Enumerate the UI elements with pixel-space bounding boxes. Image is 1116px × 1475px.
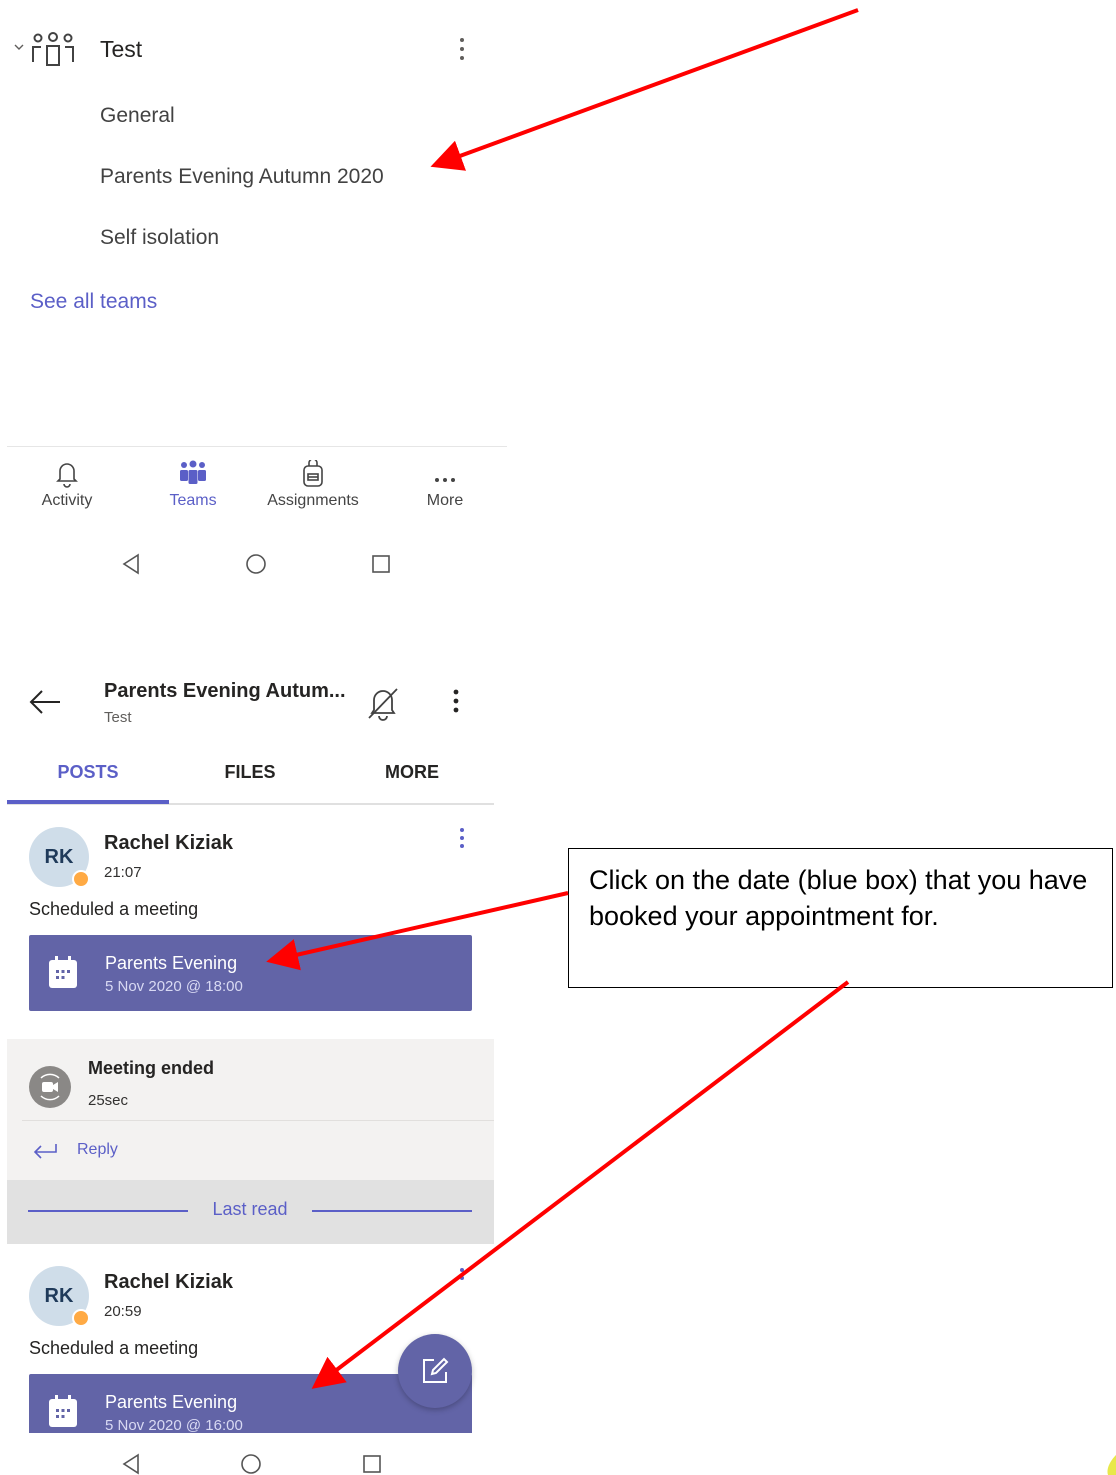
active-tab-indicator [7, 800, 169, 804]
channel-parents-evening[interactable]: Parents Evening Autumn 2020 [100, 165, 384, 189]
more-vertical-icon[interactable] [452, 826, 472, 852]
team-row-test[interactable] [0, 22, 500, 78]
reply-arrow-icon[interactable] [32, 1142, 58, 1160]
post-time: 21:07 [104, 864, 142, 881]
system-recents-icon[interactable] [371, 554, 391, 574]
reply-divider [22, 1120, 494, 1121]
more-vertical-icon[interactable] [446, 686, 466, 718]
yellow-corner-mark [1107, 1455, 1116, 1475]
post-action: Scheduled a meeting [29, 899, 199, 919]
reply-button[interactable]: Reply [77, 1141, 118, 1159]
more-vertical-icon[interactable] [452, 34, 472, 66]
nav-teams[interactable]: Teams [138, 460, 248, 510]
meeting-date: 5 Nov 2020 @ 18:00 [105, 978, 243, 995]
nav-more[interactable]: More [390, 460, 500, 510]
channel-title: Parents Evening Autum... [104, 680, 346, 702]
system-home-icon[interactable] [245, 553, 267, 575]
meeting-title: Parents Evening [105, 953, 238, 973]
system-recents-icon[interactable] [362, 1454, 382, 1474]
backpack-icon [303, 460, 323, 487]
meeting-title: Parents Evening [105, 1392, 238, 1412]
nav-assignments-label: Assignments [267, 492, 359, 509]
meeting-ended-icon [29, 1066, 71, 1108]
compose-button[interactable] [398, 1334, 472, 1408]
tab-more[interactable]: MORE [331, 762, 493, 783]
post-author: Rachel Kiziak [104, 832, 233, 854]
compose-icon [423, 1357, 449, 1383]
teams-icon [180, 460, 206, 484]
channel-self-isolation[interactable]: Self isolation [100, 226, 219, 250]
avatar-initials: RK [44, 1284, 74, 1307]
post-author: Rachel Kiziak [104, 1271, 233, 1293]
bell-icon [56, 463, 78, 488]
back-arrow-icon[interactable] [28, 688, 62, 716]
nav-activity[interactable]: Activity [12, 460, 122, 510]
tab-posts[interactable]: POSTS [7, 762, 169, 783]
post-action: Scheduled a meeting [29, 1338, 199, 1358]
bell-off-icon[interactable] [365, 685, 401, 721]
team-name: Test [100, 36, 143, 62]
presence-away-badge [72, 870, 90, 888]
last-read-line-left [28, 1210, 188, 1212]
meeting-date: 5 Nov 2020 @ 16:00 [105, 1417, 243, 1433]
arrow-to-channel [430, 8, 859, 171]
nav-teams-label: Teams [169, 492, 217, 509]
see-all-teams-link[interactable]: See all teams [30, 290, 157, 314]
meeting-duration: 25sec [88, 1092, 129, 1109]
meeting-card[interactable]: Parents Evening 5 Nov 2020 @ 18:00 [29, 935, 472, 1011]
tab-files[interactable]: FILES [169, 762, 331, 783]
app-bar-divider [7, 446, 507, 447]
post-time: 20:59 [104, 1303, 142, 1320]
presence-away-badge [72, 1309, 90, 1327]
more-horizontal-icon [435, 478, 455, 482]
nav-assignments[interactable]: Assignments [258, 460, 368, 510]
avatar-initials: RK [44, 845, 74, 868]
system-back-icon[interactable] [120, 553, 142, 575]
calendar-icon [49, 1395, 77, 1427]
system-home-icon[interactable] [240, 1453, 262, 1475]
nav-activity-label: Activity [41, 492, 93, 509]
calendar-icon [49, 956, 77, 988]
last-read-label: Last read [212, 1199, 288, 1219]
channel-team-name: Test [104, 709, 132, 726]
last-read-line-right [312, 1210, 472, 1212]
meeting-ended-title: Meeting ended [88, 1058, 215, 1078]
chevron-down-icon[interactable] [12, 40, 26, 54]
channel-general[interactable]: General [100, 104, 175, 128]
system-back-icon[interactable] [120, 1453, 142, 1475]
nav-more-label: More [426, 492, 464, 509]
team-people-icon [32, 32, 74, 66]
more-vertical-icon[interactable] [452, 1266, 472, 1280]
instruction-callout-text: Click on the date (blue box) that you ha… [589, 865, 1088, 931]
